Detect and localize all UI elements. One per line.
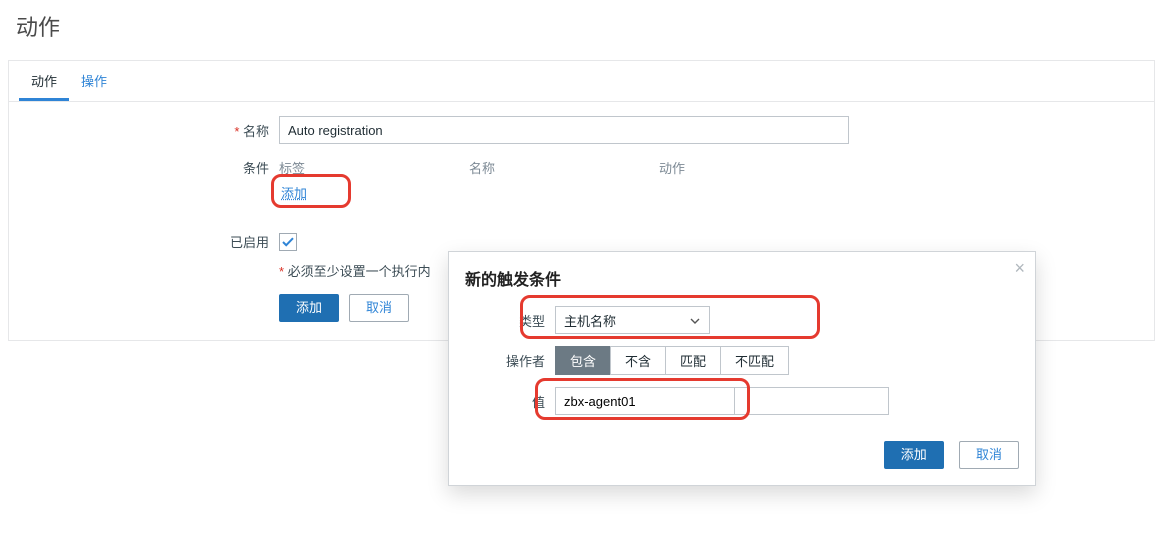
tabs: 动作 操作 xyxy=(9,61,1154,102)
operator-match[interactable]: 匹配 xyxy=(665,346,721,375)
condition-label: 条件 xyxy=(9,158,279,177)
name-label: 名称 xyxy=(9,121,279,140)
form-add-button[interactable]: 添加 xyxy=(279,294,339,322)
modal-add-button[interactable]: 添加 xyxy=(884,441,944,469)
value-input-extra[interactable] xyxy=(734,387,889,415)
type-select[interactable]: 主机名称 xyxy=(555,306,710,334)
check-icon xyxy=(282,236,294,248)
tab-action[interactable]: 动作 xyxy=(19,61,69,101)
tab-operation[interactable]: 操作 xyxy=(69,61,119,101)
new-condition-modal: × 新的触发条件 类型 主机名称 操作者 包含 不含 匹配 不匹配 值 添加 取… xyxy=(448,251,1036,486)
modal-row-value: 值 xyxy=(465,387,1019,415)
value-label: 值 xyxy=(465,392,555,411)
cond-col-action: 动作 xyxy=(659,158,849,177)
close-icon[interactable]: × xyxy=(1014,258,1025,279)
operator-label: 操作者 xyxy=(465,351,555,370)
value-input[interactable] xyxy=(555,387,735,415)
cond-col-name: 名称 xyxy=(469,158,659,177)
modal-cancel-button[interactable]: 取消 xyxy=(959,441,1019,469)
operator-segmented: 包含 不含 匹配 不匹配 xyxy=(555,346,789,375)
add-condition-link[interactable]: 添加 xyxy=(279,182,315,205)
cond-col-tag: 标签 xyxy=(279,158,469,177)
type-select-value: 主机名称 xyxy=(564,311,616,330)
row-condition-add: 添加 xyxy=(9,183,1154,202)
modal-row-operator: 操作者 包含 不含 匹配 不匹配 xyxy=(465,346,1019,375)
note-text: 必须至少设置一个执行内 xyxy=(279,261,431,280)
row-enabled: 已启用 xyxy=(9,232,1154,251)
enabled-checkbox[interactable] xyxy=(279,233,297,251)
operator-not-contains[interactable]: 不含 xyxy=(610,346,666,375)
operator-not-match[interactable]: 不匹配 xyxy=(720,346,789,375)
form-cancel-button[interactable]: 取消 xyxy=(349,294,409,322)
modal-row-type: 类型 主机名称 xyxy=(465,306,1019,334)
operator-contains[interactable]: 包含 xyxy=(555,346,611,375)
name-input[interactable] xyxy=(279,116,849,144)
type-label: 类型 xyxy=(465,311,555,330)
row-name: 名称 xyxy=(9,116,1154,144)
condition-table-header: 标签 名称 动作 xyxy=(279,158,849,177)
enabled-label: 已启用 xyxy=(9,232,279,251)
page-title: 动作 xyxy=(0,0,1163,60)
chevron-down-icon xyxy=(689,315,701,327)
modal-actions: 添加 取消 xyxy=(465,441,1019,469)
modal-title: 新的触发条件 xyxy=(465,266,1019,290)
row-condition-header: 条件 标签 名称 动作 xyxy=(9,158,1154,177)
